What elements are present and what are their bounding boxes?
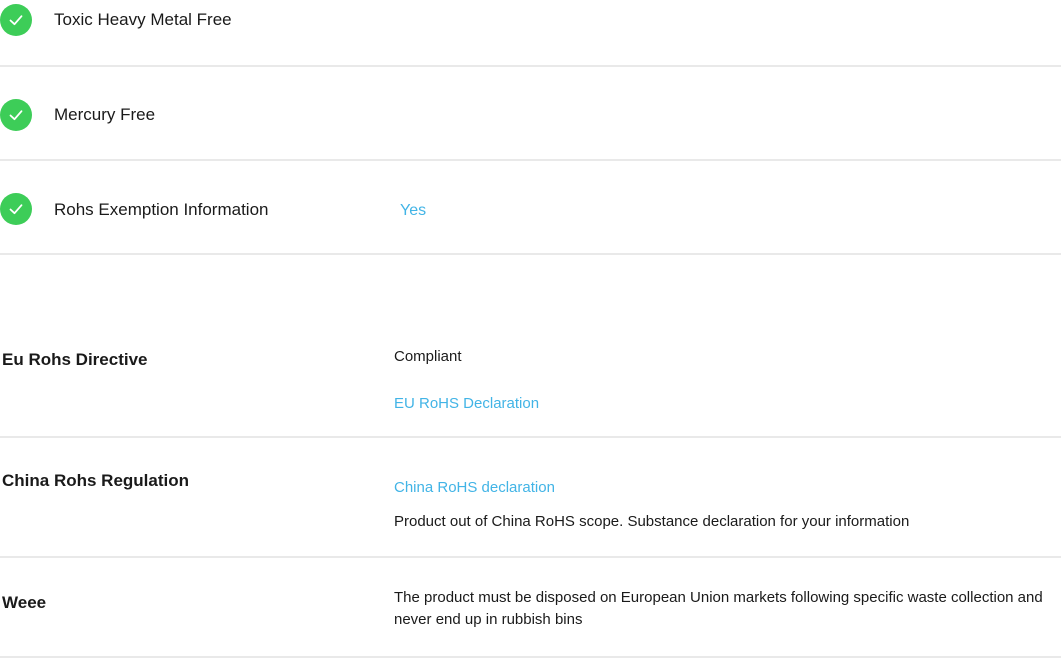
check-label: Rohs Exemption Information: [54, 200, 269, 219]
divider: [0, 436, 1061, 438]
eu-rohs-declaration-link[interactable]: EU RoHS Declaration: [394, 394, 539, 414]
divider: [0, 65, 1061, 67]
divider: [0, 656, 1061, 658]
check-circle-icon: [0, 4, 32, 36]
weee-text: The product must be disposed on European…: [394, 589, 1043, 628]
rohs-exemption-yes-link[interactable]: Yes: [400, 201, 426, 221]
eu-rohs-status: Compliant: [394, 348, 462, 365]
check-circle-icon: [0, 193, 32, 225]
check-label: Toxic Heavy Metal Free: [54, 10, 232, 29]
divider: [0, 253, 1061, 255]
china-rohs-declaration-link[interactable]: China RoHS declaration: [394, 478, 555, 498]
check-label: Mercury Free: [54, 105, 156, 124]
china-rohs-note: Product out of China RoHS scope. Substan…: [394, 513, 910, 530]
divider: [0, 159, 1061, 161]
eu-rohs-label: Eu Rohs Directive: [2, 350, 148, 369]
divider: [0, 556, 1061, 558]
weee-label: Weee: [2, 593, 47, 612]
check-circle-icon: [0, 99, 32, 131]
china-rohs-label: China Rohs Regulation: [2, 471, 189, 490]
